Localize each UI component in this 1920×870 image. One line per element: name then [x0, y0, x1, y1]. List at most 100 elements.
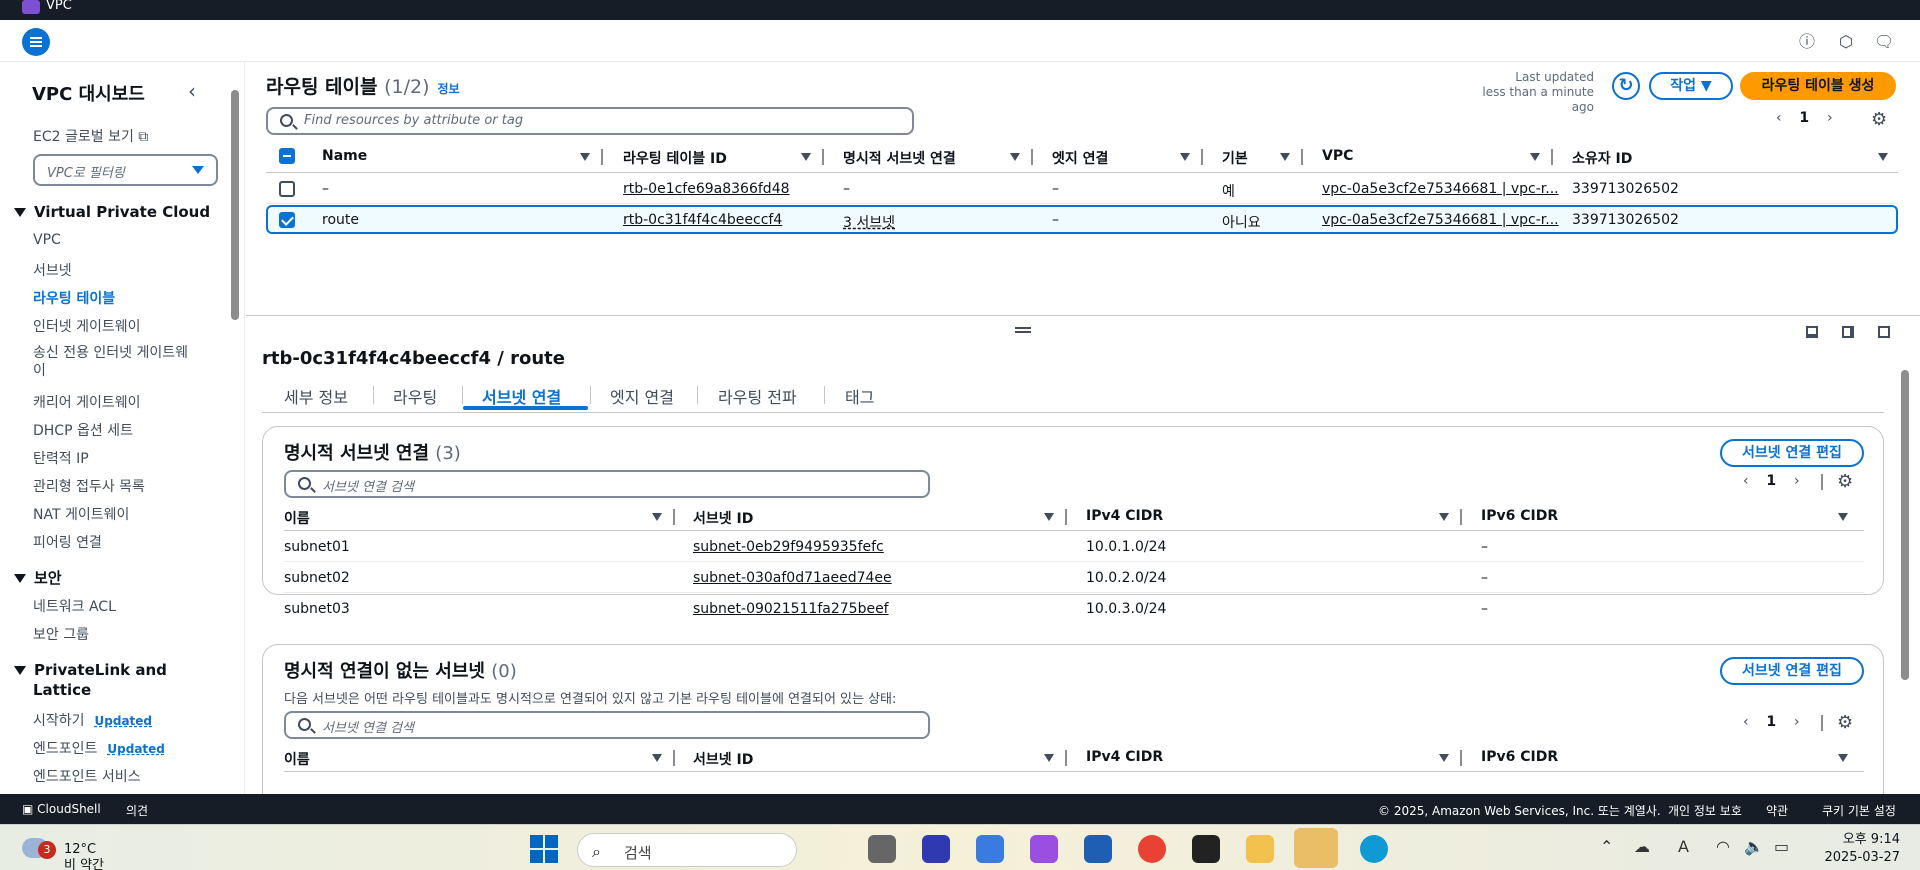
detail-scrollbar[interactable] — [1898, 354, 1912, 794]
info-circle-icon[interactable]: ⓘ — [1797, 32, 1817, 52]
sort-icon[interactable] — [652, 754, 662, 762]
sort-icon[interactable] — [1439, 754, 1449, 762]
col-subnet-id[interactable]: 서브넷 ID — [693, 508, 753, 528]
teams-icon[interactable] — [976, 835, 1004, 863]
col-ipv4-cidr[interactable]: IPv4 CIDR — [1086, 749, 1163, 765]
chevron-up-icon[interactable]: ⌃ — [1600, 837, 1613, 856]
windows-start-icon[interactable] — [530, 835, 558, 863]
feedback-link[interactable]: 의견 — [126, 802, 148, 819]
prev-page-icon[interactable]: ‹ — [1776, 110, 1782, 126]
collapse-sidebar-icon[interactable]: ‹ — [188, 79, 196, 103]
sidebar-item-route-tables[interactable]: 라우팅 테이블 — [33, 288, 115, 308]
tab-subnet-associations[interactable]: 서브넷 연결 — [482, 384, 561, 408]
route-table-id-link[interactable]: rtb-0e1cfe69a8366fd48 — [623, 181, 790, 197]
col-edge-association[interactable]: 엣지 연결 — [1052, 148, 1108, 168]
sidebar-item-network-acl[interactable]: 네트워크 ACL — [33, 596, 116, 616]
edge-icon[interactable] — [1360, 835, 1388, 863]
tab-routes[interactable]: 라우팅 — [393, 384, 437, 408]
sort-icon[interactable] — [1044, 513, 1054, 521]
sidebar-title[interactable]: VPC 대시보드 — [32, 80, 145, 106]
next-page-icon[interactable]: › — [1827, 110, 1833, 126]
cloudshell-button[interactable]: ▣ CloudShell — [22, 802, 101, 816]
page-number[interactable]: 1 — [1766, 714, 1776, 730]
subnet-count-popover[interactable]: 3 서브넷 — [843, 212, 895, 232]
sidebar-item-internet-gateways[interactable]: 인터넷 게이트웨이 — [33, 316, 141, 336]
vpc-link[interactable]: vpc-0a5e3cf2e75346681 | vpc-r... — [1322, 181, 1559, 197]
sidebar-item-getting-started[interactable]: 시작하기 Updated — [33, 710, 152, 730]
sidebar-item-peering[interactable]: 피어링 연결 — [33, 532, 102, 552]
sort-icon[interactable] — [1180, 153, 1190, 161]
security-app-icon[interactable] — [1294, 828, 1338, 868]
subnet-id-link[interactable]: subnet-030af0d71aeed74ee — [693, 570, 892, 586]
sidebar-item-nat-gateways[interactable]: NAT 게이트웨이 — [33, 504, 129, 524]
resize-handle-icon[interactable] — [1015, 327, 1031, 333]
col-name[interactable]: Name — [322, 148, 367, 164]
sort-icon[interactable] — [1280, 153, 1290, 161]
col-ipv6-cidr[interactable]: IPv6 CIDR — [1481, 749, 1558, 765]
sidebar-scrollbar[interactable] — [228, 62, 242, 794]
actions-button[interactable]: 작업 ▼ — [1649, 72, 1733, 100]
col-subnet-name[interactable]: 이름 — [284, 508, 310, 528]
cloud-icon[interactable]: ☁ — [1634, 837, 1650, 856]
unassociated-subnet-search-input[interactable]: 서브넷 연결 검색 — [284, 711, 930, 739]
section-vpc[interactable]: Virtual Private Cloud — [14, 203, 210, 221]
sidebar-item-prefix-lists[interactable]: 관리형 접두사 목록 — [33, 476, 145, 496]
col-subnet-name[interactable]: 이름 — [284, 749, 310, 769]
next-page-icon[interactable]: › — [1794, 714, 1800, 730]
create-route-table-button[interactable]: 라우팅 테이블 생성 — [1740, 72, 1896, 100]
col-ipv6-cidr[interactable]: IPv6 CIDR — [1481, 508, 1558, 524]
sort-icon[interactable] — [1439, 513, 1449, 521]
select-all-checkbox[interactable] — [279, 148, 295, 164]
sort-icon[interactable] — [801, 153, 811, 161]
split-bottom-icon[interactable] — [1806, 326, 1818, 338]
table-preferences-gear-icon[interactable]: ⚙ — [1837, 471, 1853, 492]
terms-link[interactable]: 약관 — [1766, 802, 1788, 819]
clock[interactable]: 오후 9:14 2025-03-27 — [1820, 831, 1900, 867]
taskbar-search[interactable]: ⌕ 검색 — [577, 833, 797, 867]
scrollbar-thumb[interactable] — [1901, 370, 1909, 680]
col-subnet-id[interactable]: 서브넷 ID — [693, 749, 753, 769]
row-checkbox[interactable] — [279, 181, 295, 197]
store-icon[interactable] — [1084, 835, 1112, 863]
sort-icon[interactable] — [580, 153, 590, 161]
sidebar-item-carrier-gateways[interactable]: 캐리어 게이트웨이 — [33, 392, 141, 412]
menu-icon[interactable] — [22, 28, 50, 56]
ime-icon[interactable]: A — [1678, 837, 1689, 856]
table-preferences-gear-icon[interactable]: ⚙ — [1871, 109, 1887, 130]
table-preferences-gear-icon[interactable]: ⚙ — [1837, 712, 1853, 733]
prev-page-icon[interactable]: ‹ — [1743, 473, 1749, 489]
tab-details[interactable]: 세부 정보 — [284, 384, 348, 408]
app-icon[interactable] — [922, 835, 950, 863]
sort-icon[interactable] — [1530, 153, 1540, 161]
edit-subnet-associations-button[interactable]: 서브넷 연결 편집 — [1720, 657, 1864, 685]
task-view-icon[interactable] — [868, 835, 896, 863]
copilot-icon[interactable] — [1030, 835, 1058, 863]
info-link[interactable]: 정보 — [438, 82, 460, 96]
sidebar-item-endpoints[interactable]: 엔드포인트 Updated — [33, 738, 165, 758]
wifi-icon[interactable]: ◠ — [1716, 837, 1730, 856]
sort-icon[interactable] — [652, 513, 662, 521]
sort-icon[interactable] — [1838, 513, 1848, 521]
sort-icon[interactable] — [1878, 153, 1888, 161]
sidebar-item-vpc[interactable]: VPC — [33, 232, 61, 248]
sort-icon[interactable] — [1010, 153, 1020, 161]
col-main[interactable]: 기본 — [1222, 148, 1248, 168]
col-owner-id[interactable]: 소유자 ID — [1572, 148, 1632, 168]
explicit-subnet-search-input[interactable]: 서브넷 연결 검색 — [284, 470, 930, 498]
subnet-id-link[interactable]: subnet-0eb29f9495935fefc — [693, 539, 884, 555]
sort-icon[interactable] — [1044, 754, 1054, 762]
sidebar-item-subnets[interactable]: 서브넷 — [33, 260, 72, 280]
tab-route-propagation[interactable]: 라우팅 전파 — [718, 384, 797, 408]
split-full-icon[interactable] — [1878, 326, 1890, 338]
vpc-filter-select[interactable]: VPC로 필터링 — [33, 154, 218, 186]
sidebar-item-dhcp[interactable]: DHCP 옵션 세트 — [33, 420, 133, 440]
page-number[interactable]: 1 — [1799, 110, 1809, 126]
col-route-table-id[interactable]: 라우팅 테이블 ID — [623, 148, 727, 168]
settings-hex-icon[interactable]: ⬡ — [1836, 32, 1856, 52]
next-page-icon[interactable]: › — [1794, 473, 1800, 489]
col-explicit-subnet[interactable]: 명시적 서브넷 연결 — [843, 148, 956, 168]
sort-icon[interactable] — [1838, 754, 1848, 762]
route-table-search-input[interactable]: Find resources by attribute or tag — [266, 107, 914, 135]
tab-edge-associations[interactable]: 엣지 연결 — [610, 384, 674, 408]
route-table-id-link[interactable]: rtb-0c31f4f4c4beeccf4 — [623, 212, 782, 228]
